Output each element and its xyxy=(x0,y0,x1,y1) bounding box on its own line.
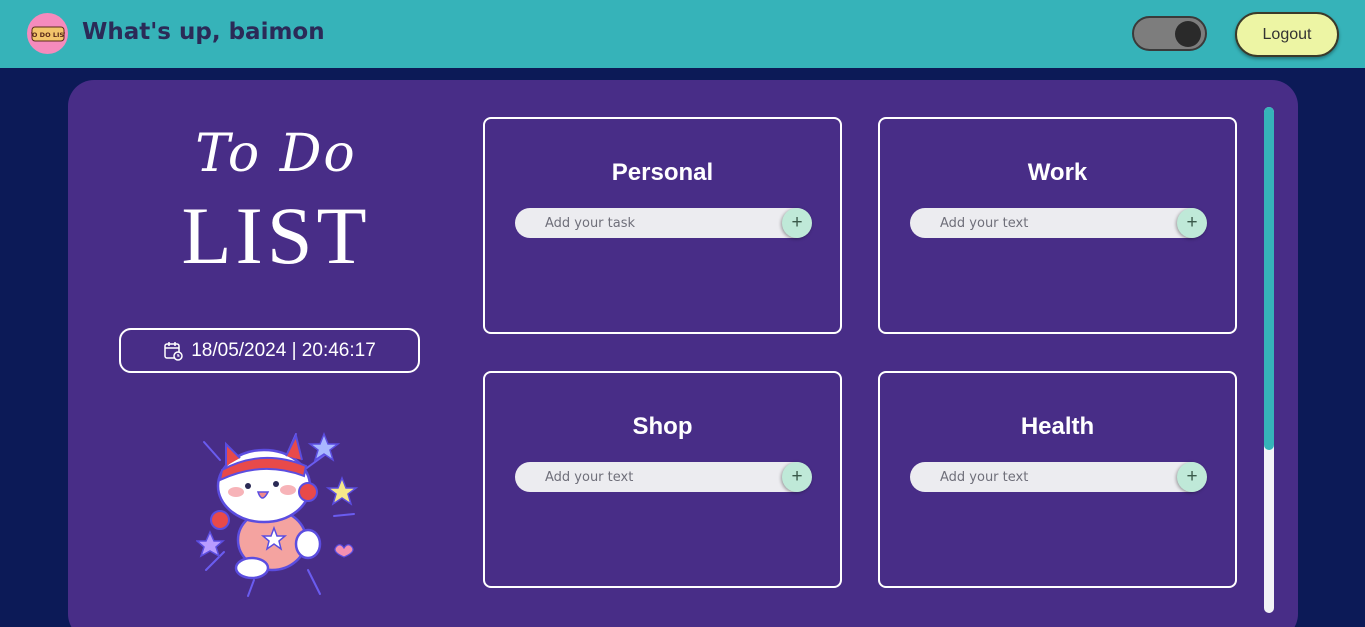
logout-button[interactable]: Logout xyxy=(1235,12,1339,57)
card-title: Shop xyxy=(632,413,693,440)
app-logo: TO DO LIST xyxy=(27,13,68,54)
datetime-display: 18/05/2024 | 20:46:17 xyxy=(119,328,420,373)
card-title: Health xyxy=(1020,413,1095,440)
scrollbar-thumb[interactable] xyxy=(1264,107,1274,450)
add-task-button[interactable]: + xyxy=(1177,208,1207,238)
task-input[interactable] xyxy=(910,208,1170,238)
add-task-button[interactable]: + xyxy=(1177,462,1207,492)
card-title: Personal xyxy=(611,159,714,186)
logo-icon: TO DO LIST xyxy=(31,26,65,41)
main-panel: To Do LIST 18/05/2024 | 20:46:17 Persona… xyxy=(68,80,1298,627)
scrollbar-track[interactable] xyxy=(1264,107,1274,613)
task-input-wrap: + xyxy=(515,208,812,238)
card-title: Work xyxy=(1027,159,1088,186)
add-task-button[interactable]: + xyxy=(782,462,812,492)
category-card-work: Work + xyxy=(878,117,1237,334)
title-script: To Do xyxy=(195,124,357,184)
datetime-text: 18/05/2024 | 20:46:17 xyxy=(191,339,376,361)
category-card-health: Health + xyxy=(878,371,1237,588)
task-input[interactable] xyxy=(910,462,1170,492)
svg-text:TO DO LIST: TO DO LIST xyxy=(31,31,65,39)
task-input[interactable] xyxy=(515,208,775,238)
task-input-wrap: + xyxy=(515,462,812,492)
mascot-illustration xyxy=(196,431,359,597)
greeting-text: What's up, baimon xyxy=(82,19,325,45)
theme-toggle[interactable] xyxy=(1132,16,1207,51)
task-input-wrap: + xyxy=(910,462,1207,492)
category-card-personal: Personal + xyxy=(483,117,842,334)
top-bar: TO DO LIST What's up, baimon Logout xyxy=(0,0,1365,68)
category-card-shop: Shop + xyxy=(483,371,842,588)
calendar-clock-icon xyxy=(164,341,183,361)
add-task-button[interactable]: + xyxy=(782,208,812,238)
task-input-wrap: + xyxy=(910,208,1207,238)
toggle-knob xyxy=(1175,21,1201,47)
task-input[interactable] xyxy=(515,462,775,492)
title-main: LIST xyxy=(181,190,371,281)
